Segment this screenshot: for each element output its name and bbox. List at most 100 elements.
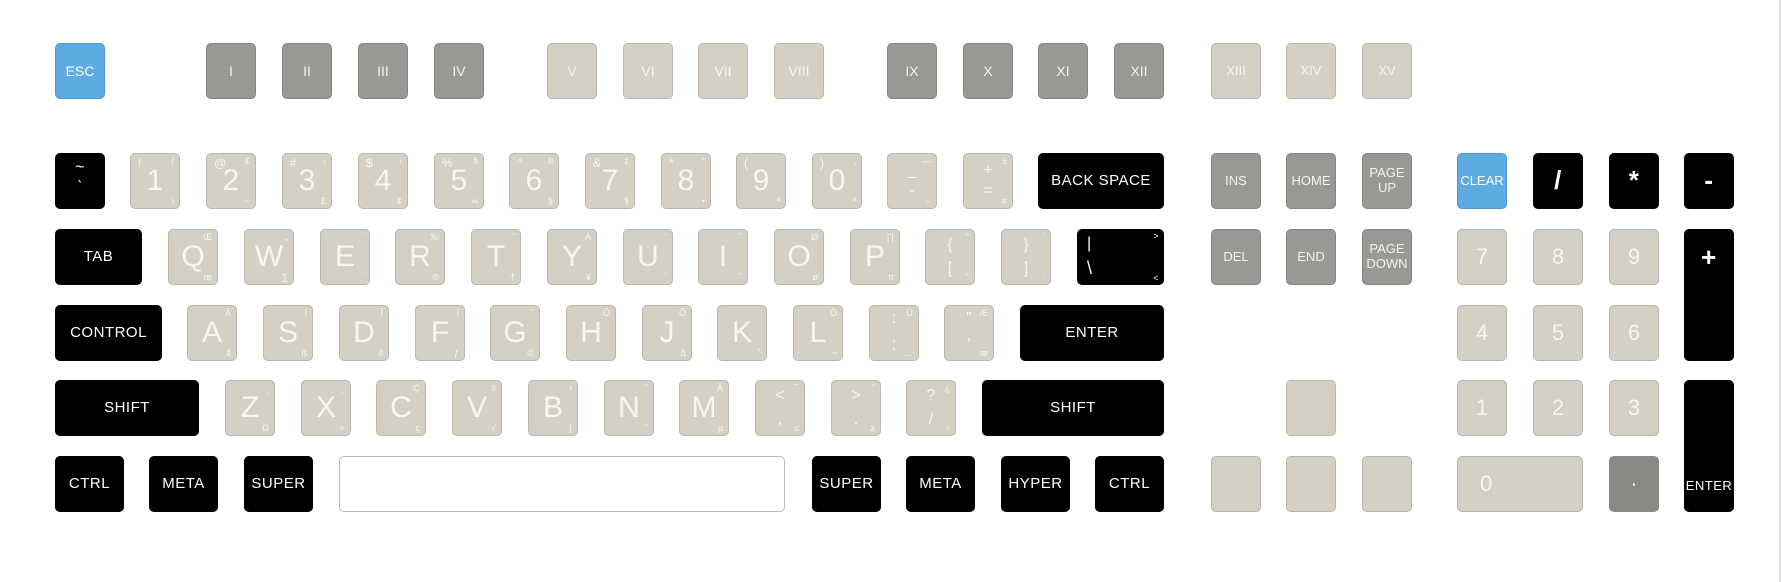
enter-key[interactable]: ENTER xyxy=(1020,305,1164,361)
f8-key[interactable]: VIII xyxy=(774,43,824,99)
letter-v-key[interactable]: V ◊ √ xyxy=(452,380,502,436)
digit-7-key[interactable]: 7 & ‡ ¶ xyxy=(585,153,635,209)
digit-8-key[interactable]: 8 * ° • xyxy=(661,153,711,209)
letter-m-key[interactable]: MÂµ xyxy=(679,380,729,436)
f12-key[interactable]: XII xyxy=(1114,43,1164,99)
f1-key[interactable]: I xyxy=(206,43,256,99)
f5-key[interactable]: V xyxy=(547,43,597,99)
numpad-1-key[interactable]: 1 xyxy=(1457,380,1507,436)
numpad-0-key[interactable]: 0 xyxy=(1457,456,1583,512)
digit-2-key[interactable]: 2 @ € ~ xyxy=(206,153,256,209)
minus-key[interactable]: _ - — – xyxy=(887,153,937,209)
f6-key[interactable]: VI xyxy=(623,43,673,99)
f15-key[interactable]: XV xyxy=(1362,43,1412,99)
letter-p-key[interactable]: P ∏ π xyxy=(850,229,900,285)
arrow-left-key[interactable] xyxy=(1211,456,1261,512)
delete-key[interactable]: DEL xyxy=(1211,229,1261,285)
letter-x-key[interactable]: X ˛ ≈ xyxy=(301,380,351,436)
f11-key[interactable]: XI xyxy=(1038,43,1088,99)
right-shift-key[interactable]: SHIFT xyxy=(982,380,1164,436)
arrow-right-key[interactable] xyxy=(1362,456,1412,512)
f13-key[interactable]: XIII xyxy=(1211,43,1261,99)
numpad-clear-key[interactable]: CLEAR xyxy=(1457,153,1507,209)
home-key[interactable]: HOME xyxy=(1286,153,1336,209)
tab-key[interactable]: TAB xyxy=(55,229,142,285)
left-meta-key[interactable]: META xyxy=(149,456,218,512)
numpad-4-key[interactable]: 4 xyxy=(1457,305,1507,361)
insert-key[interactable]: INS xyxy=(1211,153,1261,209)
digit-3-key[interactable]: 3 # ‹ £ xyxy=(282,153,332,209)
end-key[interactable]: END xyxy=(1286,229,1336,285)
letter-k-key[interactable]: K ˚ xyxy=(717,305,767,361)
numpad-2-key[interactable]: 2 xyxy=(1533,380,1583,436)
lbracket-key[interactable]: {[” “ xyxy=(925,229,975,285)
digit-0-key[interactable]: 0) ‚ º xyxy=(812,153,862,209)
digit-9-key[interactable]: 9 (· ª xyxy=(736,153,786,209)
letter-n-key[interactable]: N ˜ ˜ xyxy=(604,380,654,436)
space-bar[interactable] xyxy=(339,456,785,512)
letter-d-key[interactable]: D Î ∂ xyxy=(339,305,389,361)
letter-f-key[interactable]: FÏƒ xyxy=(415,305,465,361)
letter-l-key[interactable]: L Ò ¬ xyxy=(793,305,843,361)
letter-c-key[interactable]: CÇç xyxy=(376,380,426,436)
arrow-up-key[interactable] xyxy=(1286,380,1336,436)
esc-key[interactable]: ESC xyxy=(55,43,105,99)
f4-key[interactable]: IV xyxy=(434,43,484,99)
numpad-5-key[interactable]: 5 xyxy=(1533,305,1583,361)
left-shift-key[interactable]: SHIFT xyxy=(55,380,199,436)
numpad-enter-key[interactable]: ENTER xyxy=(1684,380,1734,512)
right-super-key[interactable]: SUPER xyxy=(812,456,881,512)
letter-e-key[interactable]: E ´ ´ xyxy=(320,229,370,285)
letter-g-key[interactable]: G ˝ © xyxy=(490,305,540,361)
numpad-plus-key[interactable]: + xyxy=(1684,229,1734,361)
equals-key[interactable]: + = ± ≠ xyxy=(963,153,1013,209)
letter-i-key[interactable]: Iˆˆ xyxy=(698,229,748,285)
letter-w-key[interactable]: W „ ∑ xyxy=(244,229,294,285)
digit-4-key[interactable]: 4 $ › ¢ xyxy=(358,153,408,209)
f14-key[interactable]: XIV xyxy=(1286,43,1336,99)
numpad-9-key[interactable]: 9 xyxy=(1609,229,1659,285)
f7-key[interactable]: VII xyxy=(698,43,748,99)
right-hyper-key[interactable]: HYPER xyxy=(1001,456,1070,512)
f9-key[interactable]: IX xyxy=(887,43,937,99)
period-key[interactable]: >. ˘ ≥ xyxy=(831,380,881,436)
f10-key[interactable]: X xyxy=(963,43,1013,99)
numpad-8-key[interactable]: 8 xyxy=(1533,229,1583,285)
right-meta-key[interactable]: META xyxy=(906,456,975,512)
letter-u-key[interactable]: U ¨ ¨ xyxy=(623,229,673,285)
arrow-down-key[interactable] xyxy=(1286,456,1336,512)
tilde-key[interactable]: ~ ` xyxy=(55,153,105,209)
slash-key[interactable]: ? / ¿ ÷ xyxy=(906,380,956,436)
letter-q-key[interactable]: QŒœ xyxy=(168,229,218,285)
backslash-key[interactable]: | \ > < xyxy=(1077,229,1164,285)
backspace-key[interactable]: BACK SPACE xyxy=(1038,153,1164,209)
control-key[interactable]: CONTROL xyxy=(55,305,162,361)
right-ctrl-key[interactable]: CTRL xyxy=(1095,456,1164,512)
letter-j-key[interactable]: J Ô ∆ xyxy=(642,305,692,361)
letter-s-key[interactable]: SÍß xyxy=(263,305,313,361)
letter-h-key[interactable]: H Ó ˙ xyxy=(566,305,616,361)
f2-key[interactable]: II xyxy=(282,43,332,99)
numpad-minus-key[interactable]: - xyxy=(1684,153,1734,209)
semicolon-key[interactable]: :; Ú… xyxy=(869,305,919,361)
rbracket-key[interactable]: }]’ ‘ xyxy=(1001,229,1051,285)
numpad-multiply-key[interactable]: * xyxy=(1609,153,1659,209)
left-ctrl-key[interactable]: CTRL xyxy=(55,456,124,512)
letter-z-key[interactable]: Z ¸ Ω xyxy=(225,380,275,436)
left-super-key[interactable]: SUPER xyxy=(244,456,313,512)
numpad-7-key[interactable]: 7 xyxy=(1457,229,1507,285)
letter-t-key[interactable]: T ˇ † xyxy=(471,229,521,285)
letter-b-key[interactable]: Bı ∫ xyxy=(528,380,578,436)
numpad-6-key[interactable]: 6 xyxy=(1609,305,1659,361)
digit-1-key[interactable]: 1! / i xyxy=(130,153,180,209)
quote-key[interactable]: " ' Ææ xyxy=(944,305,994,361)
numpad-3-key[interactable]: 3 xyxy=(1609,380,1659,436)
page-down-key[interactable]: PAGE DOWN xyxy=(1362,229,1412,285)
letter-a-key[interactable]: AÅå xyxy=(187,305,237,361)
f3-key[interactable]: III xyxy=(358,43,408,99)
letter-o-key[interactable]: OØø xyxy=(774,229,824,285)
letter-y-key[interactable]: Y Á ¥ xyxy=(547,229,597,285)
numpad-decimal-key[interactable]: · xyxy=(1609,456,1659,512)
numpad-divide-key[interactable]: / xyxy=(1533,153,1583,209)
letter-r-key[interactable]: R ‰ ® xyxy=(395,229,445,285)
